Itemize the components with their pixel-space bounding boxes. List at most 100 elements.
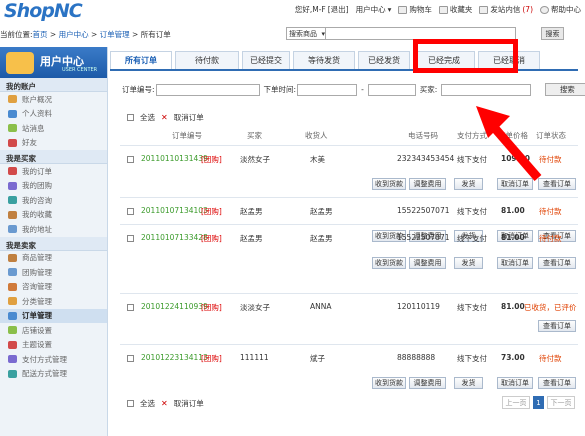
end-date-input[interactable]: [367, 83, 416, 96]
order-id[interactable]: 20101223134113: [141, 353, 208, 362]
order-action-button[interactable]: 取消订单: [497, 377, 533, 389]
sidebar-item-label: 账户概况: [22, 94, 52, 104]
order-action-button[interactable]: 调整费用: [409, 178, 446, 190]
order-price: 81.00: [501, 206, 525, 215]
sidebar-item[interactable]: 团购管理: [0, 265, 107, 280]
top-links: 您好,M-F [退出] 用户中心 ▾ 购物车 收藏夹 发站内信 (7) 帮助中心: [295, 4, 581, 15]
sidebar-item[interactable]: 账户概况: [0, 92, 107, 107]
buyer-label: 买家:: [419, 85, 438, 94]
inbox-link[interactable]: 发站内信 (7): [479, 4, 533, 15]
menu-icon: [8, 282, 17, 291]
sidebar-item[interactable]: 我的订单: [0, 164, 107, 179]
breadcrumb-order-mgmt[interactable]: 订单管理: [100, 30, 130, 39]
row-checkbox[interactable]: [127, 304, 134, 311]
sidebar-item[interactable]: 我的地址: [0, 222, 107, 237]
start-date-input[interactable]: [297, 83, 358, 96]
sidebar-item[interactable]: 咨询管理: [0, 280, 107, 295]
order-action-button[interactable]: 调整费用: [409, 257, 446, 269]
col-buyer: 买家: [247, 131, 262, 140]
breadcrumb-user-center[interactable]: 用户中心: [59, 30, 89, 39]
row-checkbox[interactable]: [127, 235, 134, 242]
breadcrumb-home[interactable]: 首页: [33, 30, 48, 39]
sidebar-item-label: 商品管理: [22, 253, 52, 263]
sidebar-item[interactable]: 好友: [0, 136, 107, 151]
order-action-button[interactable]: 收到货款: [372, 377, 406, 389]
filter-search-button[interactable]: 搜索: [545, 83, 585, 96]
sidebar-item[interactable]: 配送方式管理: [0, 367, 107, 382]
select-all-checkbox[interactable]: [127, 114, 134, 121]
sidebar-item[interactable]: 店铺设置: [0, 323, 107, 338]
order-action-button[interactable]: 查看订单: [538, 320, 576, 332]
bulk-cancel-order[interactable]: 取消订单: [174, 112, 204, 123]
order-action-button[interactable]: 查看订单: [538, 257, 576, 269]
row-checkbox[interactable]: [127, 208, 134, 215]
breadcrumb-current: 所有订单: [140, 30, 171, 39]
cart-label: 购物车: [409, 5, 432, 14]
order-action-button[interactable]: 发货: [454, 257, 483, 269]
order-id[interactable]: 20110107134103: [141, 206, 208, 215]
cart-icon: [398, 5, 408, 14]
order-status: 待付款: [539, 234, 562, 243]
order-id[interactable]: 20101224110939: [141, 302, 208, 311]
sidebar-item[interactable]: 个人资料: [0, 107, 107, 122]
select-all-label: 全选: [140, 113, 155, 122]
sidebar-item-label: 我的地址: [22, 224, 52, 234]
menu-icon: [8, 225, 17, 234]
sidebar-item[interactable]: 订单管理: [0, 308, 107, 323]
payment-method: 线下支付: [457, 354, 487, 363]
sidebar-item[interactable]: 分类管理: [0, 294, 107, 309]
logout-link[interactable]: [退出]: [328, 4, 349, 15]
order-action-button[interactable]: 收到货款: [372, 178, 406, 190]
order-action-button[interactable]: 调整费用: [409, 377, 446, 389]
select-all-checkbox[interactable]: [127, 400, 134, 407]
sidebar-item[interactable]: 主题设置: [0, 338, 107, 353]
order-action-button[interactable]: 查看订单: [538, 377, 576, 389]
menu-icon: [8, 138, 17, 147]
search-button[interactable]: 搜索: [541, 27, 564, 40]
order-id[interactable]: 20110107133428: [141, 233, 208, 242]
order-id[interactable]: 20110110131439: [141, 154, 208, 163]
sidebar-item[interactable]: 我的咨询: [0, 193, 107, 208]
order-status: 已收货，已评价: [524, 303, 577, 312]
groupbuy-tag: [团购]: [201, 303, 222, 312]
order-no-input[interactable]: [155, 83, 260, 96]
tab-1[interactable]: 待付款: [175, 51, 239, 69]
favorites-label: 收藏夹: [449, 5, 473, 14]
sidebar-item[interactable]: 站消息: [0, 121, 107, 136]
sidebar-item[interactable]: 支付方式管理: [0, 352, 107, 367]
order-action-button[interactable]: 发货: [454, 377, 483, 389]
tab-2[interactable]: 已经提交: [242, 51, 290, 69]
menu-icon: [8, 181, 17, 190]
buyer-input[interactable]: [441, 83, 532, 96]
next-page-button[interactable]: 下一页: [547, 396, 575, 409]
help-link[interactable]: 帮助中心: [540, 4, 581, 15]
buyer-name: 111111: [240, 353, 269, 362]
order-price: 81.00: [501, 233, 525, 242]
order-action-button[interactable]: 收到货款: [372, 257, 406, 269]
bulk-cancel-order[interactable]: 取消订单: [174, 398, 204, 409]
favorites-link[interactable]: 收藏夹: [438, 4, 473, 15]
select-all-label: 全选: [140, 399, 155, 408]
page-1-button[interactable]: 1: [533, 396, 544, 409]
row-checkbox[interactable]: [127, 156, 134, 163]
order-action-button[interactable]: 取消订单: [497, 257, 533, 269]
date-dash: -: [361, 85, 364, 94]
cart-link[interactable]: 购物车: [398, 4, 432, 15]
payment-method: 线下支付: [457, 303, 487, 312]
sidebar-item[interactable]: 我的收藏: [0, 208, 107, 223]
sidebar-item[interactable]: 我的团购: [0, 179, 107, 194]
tab-4[interactable]: 已经发货: [358, 51, 410, 69]
bulk-actions-bottom: 全选 ✕ 取消订单: [127, 398, 204, 409]
search-category-select[interactable]: 搜索商品 ▾: [286, 27, 326, 40]
tab-3[interactable]: 等待发货: [293, 51, 355, 69]
menu-icon: [8, 210, 17, 219]
table-row: 20101224110939 [团购] 淡淡女子 ANNA 120110119 线下支付 8…: [120, 293, 578, 344]
tab-0[interactable]: 所有订单: [110, 51, 172, 69]
user-center-link[interactable]: 用户中心 ▾: [356, 4, 392, 15]
sidebar-item-label: 好友: [22, 138, 37, 148]
chevron-down-icon: ▾: [387, 5, 392, 14]
row-checkbox[interactable]: [127, 355, 134, 362]
sidebar-item[interactable]: 商品管理: [0, 251, 107, 266]
groupbuy-tag: [团购]: [201, 354, 222, 363]
prev-page-button[interactable]: 上一页: [502, 396, 530, 409]
